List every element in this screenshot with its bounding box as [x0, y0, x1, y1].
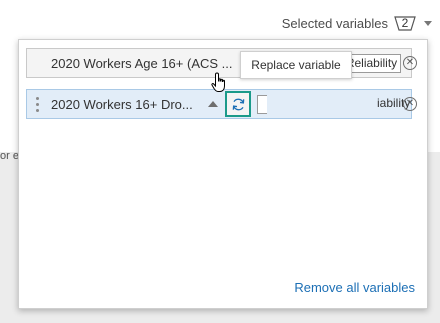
replace-variable-tooltip: Replace variable — [240, 51, 352, 79]
drag-handle-icon[interactable] — [36, 97, 40, 113]
format-toggle-partial[interactable] — [257, 95, 267, 114]
background-partial-text: or e — [0, 150, 19, 162]
selected-count: 2 — [401, 16, 409, 30]
selected-variables-toggle[interactable]: Selected variables 2 — [282, 15, 432, 31]
selected-variables-label: Selected variables — [281, 15, 388, 31]
caret-up-icon[interactable] — [208, 101, 218, 107]
refresh-icon — [232, 98, 245, 111]
selected-count-badge: 2 — [394, 15, 416, 31]
remove-variable-icon[interactable]: ✕ — [403, 97, 417, 111]
variable-label: 2020 Workers 16+ Dro... — [51, 97, 193, 112]
variable-label: 2020 Workers Age 16+ (ACS ... — [51, 56, 233, 71]
chevron-down-icon — [424, 20, 432, 26]
hand-cursor-icon — [211, 72, 229, 99]
remove-all-variables-link[interactable]: Remove all variables — [294, 280, 415, 295]
remove-variable-icon[interactable]: ✕ — [403, 56, 417, 70]
